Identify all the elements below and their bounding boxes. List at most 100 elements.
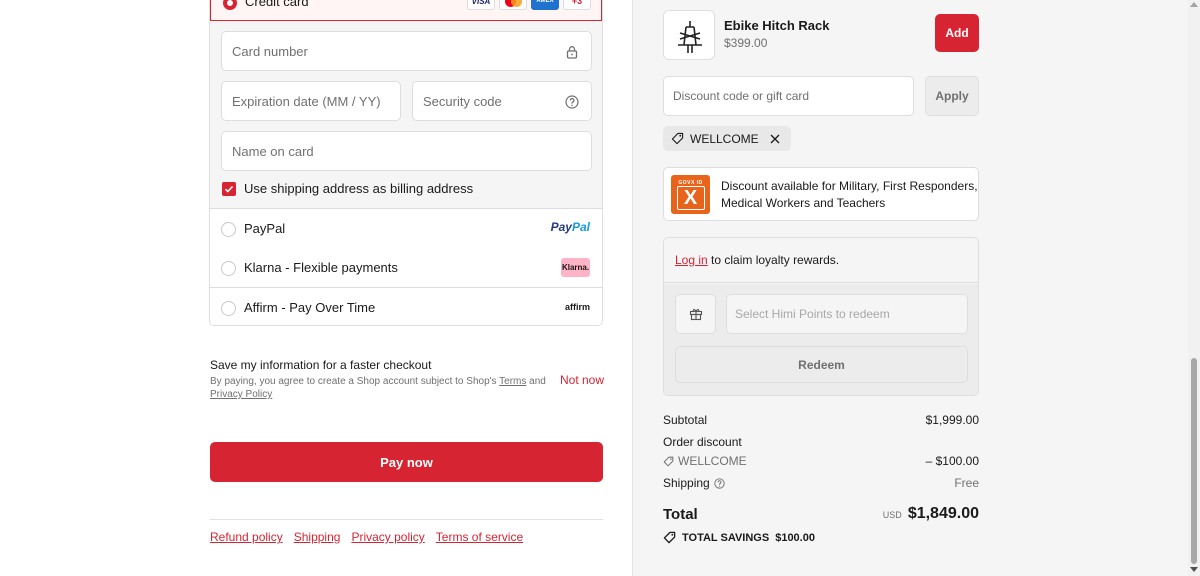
visa-icon: VISA xyxy=(467,0,495,10)
loyalty-message: Log in to claim loyalty rewards. xyxy=(675,253,839,267)
upsell-product-name: Ebike Hitch Rack xyxy=(724,18,830,33)
klarna-radio[interactable] xyxy=(221,261,236,276)
loyalty-message-text: to claim loyalty rewards. xyxy=(707,253,840,267)
affirm-label: Affirm - Pay Over Time xyxy=(244,300,376,315)
tag-icon xyxy=(663,456,674,466)
discount-code-input[interactable] xyxy=(664,77,913,115)
total-label: Total xyxy=(663,506,698,523)
total-savings-value: $100.00 xyxy=(775,531,815,544)
subtotal-value: $1,999.00 xyxy=(925,413,979,427)
shop-privacy-link[interactable]: Privacy Policy xyxy=(210,389,272,400)
save-info-description: By paying, you agree to create a Shop ac… xyxy=(210,375,555,401)
total-savings-row: TOTAL SAVINGS $100.00 xyxy=(663,531,815,544)
shipping-label-wrap: Shipping xyxy=(663,476,725,490)
klarna-label: Klarna - Flexible payments xyxy=(244,260,398,275)
discount-code-label: WELLCOME xyxy=(663,454,747,468)
expiration-field[interactable] xyxy=(221,81,401,121)
scroll-down-arrow-icon[interactable] xyxy=(1190,567,1198,572)
paypal-logo-icon: PayPal xyxy=(550,220,590,234)
applied-discount-code: WELLCOME xyxy=(690,131,759,146)
card-number-input[interactable] xyxy=(222,32,591,70)
upsell-product-price: $399.00 xyxy=(724,36,768,50)
loyalty-header: Log in to claim loyalty rewards. xyxy=(664,238,978,283)
billing-address-option[interactable]: Use shipping address as billing address xyxy=(222,181,473,196)
shipping-link[interactable]: Shipping xyxy=(294,530,341,544)
order-discount-label: Order discount xyxy=(663,435,742,449)
pay-now-button[interactable]: Pay now xyxy=(210,442,603,482)
shipping-row: Shipping Free xyxy=(663,476,979,490)
footer-links: Refund policy Shipping Privacy policy Te… xyxy=(210,530,523,544)
terms-of-service-link[interactable]: Terms of service xyxy=(436,530,523,544)
payment-method-paypal[interactable]: PayPal PayPal xyxy=(210,209,602,249)
checkout-main-column: Credit card VISA AMEX +3 Card number Exp… xyxy=(0,0,632,576)
add-upsell-button[interactable]: Add xyxy=(935,14,979,52)
shipping-value: Free xyxy=(954,476,979,490)
tag-icon xyxy=(663,531,676,544)
total-value: $1,849.00 xyxy=(907,505,979,522)
security-code-field[interactable] xyxy=(412,81,592,121)
help-circle-icon[interactable] xyxy=(565,95,579,109)
applied-discount-chip: WELLCOME xyxy=(663,126,791,151)
save-info-title: Save my information for a faster checkou… xyxy=(210,358,432,372)
payment-method-klarna[interactable]: Klarna - Flexible payments Klarna. xyxy=(210,248,602,288)
discount-code-field[interactable] xyxy=(663,76,914,116)
payment-method-affirm[interactable]: Affirm - Pay Over Time affirm xyxy=(210,288,602,325)
lock-icon xyxy=(566,46,578,59)
points-select-field[interactable] xyxy=(726,294,968,334)
discount-value: – $100.00 xyxy=(925,454,979,468)
tag-icon xyxy=(671,132,684,145)
save-info-desc-prefix: By paying, you agree to create a Shop ac… xyxy=(210,376,500,387)
govx-promo-banner[interactable]: GOVX ID X Discount available for Militar… xyxy=(663,167,979,221)
credit-card-label: Credit card xyxy=(245,0,309,9)
points-select-input[interactable] xyxy=(727,295,967,333)
affirm-logo-icon: affirm xyxy=(564,302,590,312)
page-scrollbar[interactable] xyxy=(1188,0,1200,576)
shop-terms-link[interactable]: Terms xyxy=(499,376,526,387)
govx-logo-icon: GOVX ID X xyxy=(671,175,710,214)
affirm-radio[interactable] xyxy=(221,301,236,316)
paypal-label: PayPal xyxy=(244,221,286,236)
scrollbar-thumb[interactable] xyxy=(1191,358,1197,564)
not-now-button[interactable]: Not now xyxy=(560,373,604,387)
upsell-product: Ebike Hitch Rack $399.00 Add xyxy=(663,8,979,60)
product-thumbnail xyxy=(663,10,715,60)
footer-divider xyxy=(210,519,603,520)
expiration-input[interactable] xyxy=(222,82,400,120)
redeem-button[interactable]: Redeem xyxy=(675,346,968,383)
credit-card-option[interactable]: Credit card VISA AMEX +3 xyxy=(210,0,602,21)
payment-methods-box: Credit card VISA AMEX +3 Card number Exp… xyxy=(209,0,603,326)
save-info-desc-and: and xyxy=(526,376,546,387)
govx-logo-caption: GOVX ID xyxy=(678,179,703,186)
help-circle-icon[interactable] xyxy=(714,477,725,489)
scroll-up-arrow-icon[interactable] xyxy=(1190,2,1198,7)
total-savings-label: TOTAL SAVINGS xyxy=(682,531,770,544)
credit-card-radio[interactable] xyxy=(223,0,237,10)
apply-discount-button[interactable]: Apply xyxy=(925,76,979,116)
shipping-label: Shipping xyxy=(663,476,710,490)
loyalty-rewards-box: Log in to claim loyalty rewards. Redeem xyxy=(663,237,979,396)
loyalty-redeem-section: Redeem xyxy=(664,284,978,395)
name-on-card-input[interactable] xyxy=(222,132,591,170)
card-brand-logos: VISA AMEX +3 xyxy=(467,0,591,10)
credit-card-form: Use shipping address as billing address xyxy=(210,21,602,209)
gift-icon-box xyxy=(675,294,716,334)
mastercard-icon xyxy=(499,0,527,10)
subtotal-label: Subtotal xyxy=(663,413,708,427)
more-cards-badge: +3 xyxy=(563,0,591,10)
privacy-policy-link[interactable]: Privacy policy xyxy=(351,530,424,544)
billing-checkbox[interactable] xyxy=(222,181,236,196)
govx-promo-text: Discount available for Military, First R… xyxy=(721,179,978,210)
login-link[interactable]: Log in xyxy=(675,253,708,267)
refund-policy-link[interactable]: Refund policy xyxy=(210,530,283,544)
name-on-card-field[interactable] xyxy=(221,131,592,171)
remove-discount-icon[interactable] xyxy=(769,133,781,145)
discount-code-row: WELLCOME – $100.00 xyxy=(663,454,979,470)
amex-icon: AMEX xyxy=(531,0,559,10)
paypal-radio[interactable] xyxy=(221,222,236,237)
checkmark-icon xyxy=(224,185,234,193)
order-discount-row: Order discount xyxy=(663,435,979,449)
hitch-rack-image xyxy=(664,11,714,59)
govx-logo-letter: X xyxy=(676,185,705,210)
card-number-field[interactable] xyxy=(221,31,592,71)
billing-checkbox-label: Use shipping address as billing address xyxy=(244,181,474,196)
